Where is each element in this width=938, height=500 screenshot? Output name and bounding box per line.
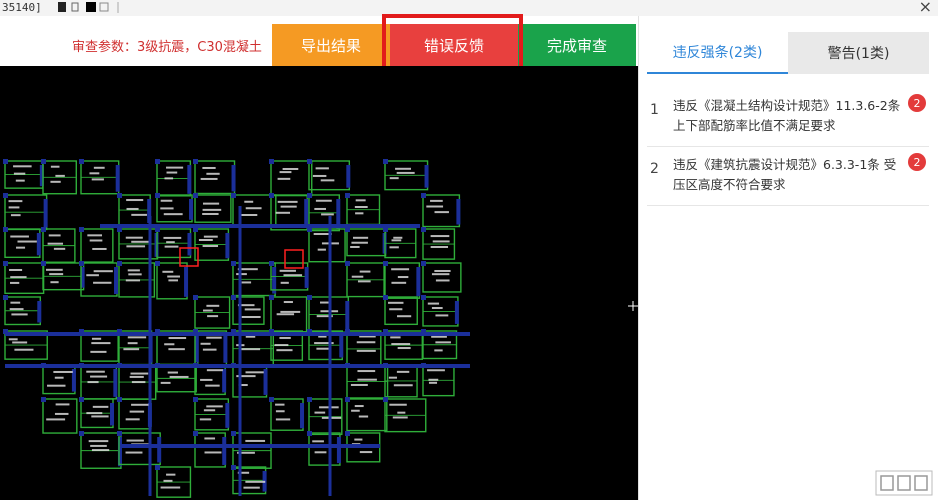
export-button[interactable]: 导出结果 bbox=[272, 24, 390, 66]
finish-review-button[interactable]: 完成审查 bbox=[518, 24, 636, 66]
tab-violations[interactable]: 违反强条(2类) bbox=[647, 32, 788, 74]
toolbar-mini-icons bbox=[58, 2, 119, 13]
count-badge: 2 bbox=[908, 94, 926, 112]
item-index: 1 bbox=[650, 102, 659, 118]
close-icon[interactable]: × bbox=[919, 0, 932, 16]
violation-list: 1 违反《混凝土结构设计规范》11.3.6-2条 上下部配筋率比值不满足要求 2… bbox=[647, 88, 929, 206]
window-title: 35140] bbox=[2, 1, 42, 14]
cad-drawing-canvas[interactable] bbox=[0, 66, 638, 500]
error-feedback-button[interactable]: 错误反馈 bbox=[390, 24, 518, 66]
crosshair-cursor-icon bbox=[628, 301, 638, 311]
review-params: 审查参数：3级抗震，C30混凝土 bbox=[72, 40, 262, 55]
item-text: 违反《混凝土结构设计规范》11.3.6-2条 上下部配筋率比值不满足要求 bbox=[673, 98, 901, 133]
download-watermark-icon bbox=[875, 470, 933, 496]
tab-warnings[interactable]: 警告(1类) bbox=[788, 32, 929, 74]
review-toolbar: 审查参数：3级抗震，C30混凝土 导出结果 错误反馈 完成审查 bbox=[0, 16, 638, 66]
results-panel: 违反强条(2类) 警告(1类) 1 违反《混凝土结构设计规范》11.3.6-2条… bbox=[638, 16, 938, 500]
results-tabs: 违反强条(2类) 警告(1类) bbox=[647, 32, 929, 74]
window-title-bar: 35140] × bbox=[0, 0, 938, 17]
list-item[interactable]: 1 违反《混凝土结构设计规范》11.3.6-2条 上下部配筋率比值不满足要求 2 bbox=[647, 88, 929, 147]
count-badge: 2 bbox=[908, 153, 926, 171]
item-text: 违反《建筑抗震设计规范》6.3.3-1条 受压区高度不符合要求 bbox=[673, 157, 897, 192]
list-item[interactable]: 2 违反《建筑抗震设计规范》6.3.3-1条 受压区高度不符合要求 2 bbox=[647, 147, 929, 206]
item-index: 2 bbox=[650, 161, 659, 177]
cad-drawing bbox=[3, 159, 470, 498]
